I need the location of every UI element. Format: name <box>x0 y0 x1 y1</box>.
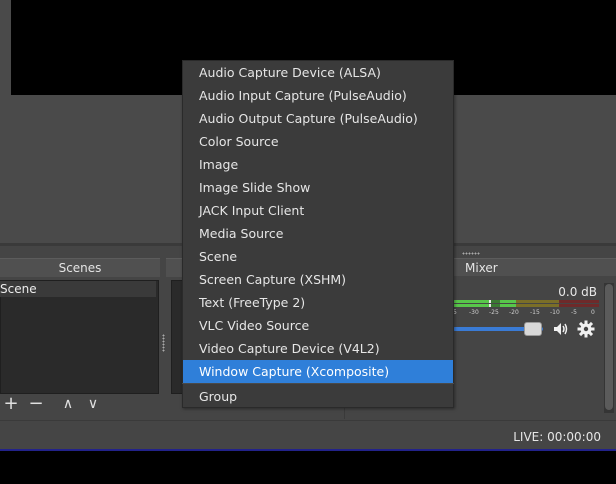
menu-item-image[interactable]: Image <box>183 153 453 176</box>
menu-separator <box>182 383 454 384</box>
menu-item-scene[interactable]: Scene <box>183 245 453 268</box>
menu-item-audio-input-capture[interactable]: Audio Input Capture (PulseAudio) <box>183 84 453 107</box>
menu-item-color-source[interactable]: Color Source <box>183 130 453 153</box>
menu-item-audio-output-capture[interactable]: Audio Output Capture (PulseAudio) <box>183 107 453 130</box>
menu-item-text-freetype[interactable]: Text (FreeType 2) <box>183 291 453 314</box>
live-timer: LIVE: 00:00:00 <box>513 430 601 444</box>
meter-red-segment <box>559 300 599 303</box>
menu-item-media-source[interactable]: Media Source <box>183 222 453 245</box>
meter-tick: -15 <box>530 309 540 316</box>
meter-tick: -10 <box>550 309 560 316</box>
meter-green-segment <box>453 304 489 307</box>
meter-tick: -5 <box>571 309 577 316</box>
meter-dim-green-segment <box>491 304 500 307</box>
mixer-dock-title: Mixer <box>453 258 616 276</box>
scenes-list[interactable] <box>0 280 159 394</box>
audio-meter <box>453 300 599 308</box>
menu-item-window-capture[interactable]: Window Capture (Xcomposite) <box>183 360 453 383</box>
meter-dim-green-segment <box>491 300 500 303</box>
add-scene-button[interactable]: + <box>1 394 21 416</box>
meter-tick: -20 <box>509 309 519 316</box>
meter-scale: 5 -30 -25 -20 -15 -10 -5 0 <box>453 309 599 319</box>
dock-resize-handle[interactable] <box>462 252 480 255</box>
meter-tick: -30 <box>469 309 479 316</box>
menu-item-jack-input-client[interactable]: JACK Input Client <box>183 199 453 222</box>
scenes-dock-title: Scenes <box>0 258 160 277</box>
menu-item-image-slide-show[interactable]: Image Slide Show <box>183 176 453 199</box>
remove-scene-button[interactable]: − <box>26 394 46 416</box>
dock-splitter-handle[interactable] <box>162 334 165 352</box>
add-source-context-menu: Audio Capture Device (ALSA) Audio Input … <box>182 60 454 408</box>
taskbar-strip <box>0 449 616 484</box>
meter-tick: -25 <box>489 309 499 316</box>
meter-green-segment <box>500 304 516 307</box>
meter-green-segment <box>453 300 489 303</box>
menu-item-video-capture-device[interactable]: Video Capture Device (V4L2) <box>183 337 453 360</box>
move-scene-up-button[interactable]: ∧ <box>58 394 78 416</box>
menu-item-vlc-video-source[interactable]: VLC Video Source <box>183 314 453 337</box>
meter-yellow-segment <box>516 300 559 303</box>
gear-icon[interactable] <box>577 320 595 338</box>
volume-slider-handle[interactable] <box>524 322 542 336</box>
mixer-scrollbar-thumb[interactable] <box>605 284 613 410</box>
menu-item-audio-capture-alsa[interactable]: Audio Capture Device (ALSA) <box>183 61 453 84</box>
meter-yellow-segment <box>516 304 559 307</box>
move-scene-down-button[interactable]: ∨ <box>83 394 103 416</box>
menu-item-screen-capture[interactable]: Screen Capture (XSHM) <box>183 268 453 291</box>
meter-tick: 0 <box>591 309 595 316</box>
scene-list-item[interactable]: Scene <box>0 281 156 297</box>
mixer-level-readout: 0.0 dB <box>558 285 597 299</box>
speaker-icon[interactable] <box>552 320 570 338</box>
menu-item-group[interactable]: Group <box>183 385 453 408</box>
meter-red-segment <box>559 304 599 307</box>
meter-green-segment <box>500 300 516 303</box>
